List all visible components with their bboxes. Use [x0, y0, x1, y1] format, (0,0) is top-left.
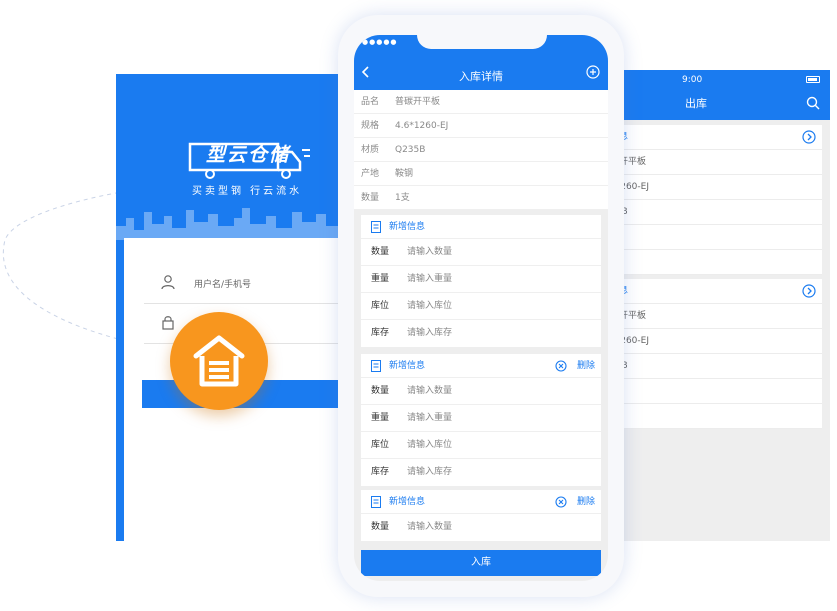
spec-value: 普碳开平板	[395, 97, 441, 107]
new-info-block: 新增信息 删除 数量 请输入数量 重量 请输入重量 库位 请输入库位 库存 请输入库存	[361, 354, 601, 486]
page-title: 入库详情	[459, 70, 503, 83]
spec-row: 产地 鞍钢	[354, 162, 608, 186]
signal-indicator: ●●●●●	[362, 38, 398, 46]
list-item	[602, 404, 822, 429]
field-placeholder: 请输入库存	[407, 328, 453, 338]
block-header: 新增信息	[361, 215, 601, 239]
spec-row: 品名 普碳开平板	[354, 90, 608, 114]
panel-header[interactable]: 言息	[602, 279, 822, 304]
spec-key: 材质	[361, 145, 380, 155]
field-label: 数量	[371, 386, 390, 396]
field-placeholder: 请输入重量	[407, 274, 453, 284]
location-field[interactable]: 库位 请输入库位	[361, 432, 601, 459]
field-placeholder: 请输入重量	[407, 413, 453, 423]
stock-field[interactable]: 库存 请输入库存	[361, 320, 601, 347]
warehouse-badge	[170, 312, 268, 410]
add-icon[interactable]	[586, 65, 600, 79]
field-label: 重量	[371, 413, 390, 423]
inbound-navbar: ●●●●● 入库详情	[354, 35, 608, 90]
spec-key: 品名	[361, 97, 380, 107]
field-label: 数量	[371, 522, 390, 532]
spec-key: 产地	[361, 169, 380, 179]
field-placeholder: 请输入数量	[407, 247, 453, 257]
document-icon	[371, 496, 381, 508]
outbound-header: 9:00 出库	[602, 70, 830, 120]
list-item: 亘开平板	[602, 304, 822, 329]
stock-field[interactable]: 库存 请输入库存	[361, 459, 601, 486]
logo-text: 型云仓储	[206, 144, 291, 166]
phone-frame: ●●●●● 入库详情 品名 普碳开平板 规格 4.6*1260-EJ 材质 Q235B…	[338, 15, 624, 597]
list-item: 亘开平板	[602, 150, 822, 175]
spec-row: 材质 Q235B	[354, 138, 608, 162]
list-item: *1260-EJ	[602, 329, 822, 354]
field-label: 库存	[371, 328, 390, 338]
weight-field[interactable]: 重量 请输入重量	[361, 405, 601, 432]
delete-icon[interactable]	[555, 360, 567, 372]
username-field[interactable]: 用户名/手机号	[144, 266, 354, 304]
field-placeholder: 请输入库存	[407, 467, 453, 477]
spec-value: 1支	[395, 193, 410, 203]
username-placeholder: 用户名/手机号	[194, 280, 252, 290]
slogan: 买卖型钢 行云流水	[192, 186, 303, 197]
delete-icon[interactable]	[555, 496, 567, 508]
delete-button[interactable]: 删除	[577, 354, 595, 378]
new-info-block: 新增信息 删除 数量 请输入数量	[361, 490, 601, 541]
block-title: 新增信息	[389, 497, 426, 507]
spec-value: Q235B	[395, 145, 426, 155]
weight-field[interactable]: 重量 请输入重量	[361, 266, 601, 293]
stock-in-button[interactable]: 入库	[361, 550, 601, 576]
warehouse-icon	[193, 335, 245, 387]
block-title: 新增信息	[389, 361, 426, 371]
document-icon	[371, 360, 381, 372]
block-title: 新增信息	[389, 222, 426, 232]
phone-notch	[417, 35, 547, 49]
spec-row: 数量 1支	[354, 186, 608, 210]
field-label: 库位	[371, 440, 390, 450]
outbound-panel-1: 言息 亘开平板 *1260-EJ 35B 刚	[602, 125, 822, 275]
product-specs: 品名 普碳开平板 规格 4.6*1260-EJ 材质 Q235B 产地 鞍钢 数量 1支	[354, 90, 608, 210]
new-info-block: 新增信息 数量 请输入数量 重量 请输入重量 库位 请输入库位 库存 请输入库存	[361, 215, 601, 347]
chevron-right-icon[interactable]	[802, 284, 816, 298]
document-icon	[371, 221, 381, 233]
spec-key: 规格	[361, 121, 380, 131]
battery-icon	[806, 76, 820, 83]
spec-value: 4.6*1260-EJ	[395, 121, 449, 131]
list-item: 35B	[602, 354, 822, 379]
delete-button[interactable]: 删除	[577, 490, 595, 514]
city-skyline-graphic	[116, 208, 354, 240]
list-item: 35B	[602, 200, 822, 225]
quantity-field[interactable]: 数量 请输入数量	[361, 239, 601, 266]
spec-value: 鞍钢	[395, 169, 414, 179]
block-header: 新增信息 删除	[361, 490, 601, 514]
field-placeholder: 请输入数量	[407, 522, 453, 532]
outbound-title: 出库	[685, 97, 707, 110]
field-label: 库存	[371, 467, 390, 477]
field-label: 重量	[371, 274, 390, 284]
quantity-field[interactable]: 数量 请输入数量	[361, 514, 601, 541]
search-icon[interactable]	[806, 96, 820, 110]
outbound-panel-2: 言息 亘开平板 *1260-EJ 35B 刚	[602, 279, 822, 429]
field-label: 数量	[371, 247, 390, 257]
location-field[interactable]: 库位 请输入库位	[361, 293, 601, 320]
block-header: 新增信息 删除	[361, 354, 601, 378]
list-item	[602, 250, 822, 275]
list-item: 刚	[602, 379, 822, 404]
spec-row: 规格 4.6*1260-EJ	[354, 114, 608, 138]
field-label: 库位	[371, 301, 390, 311]
field-placeholder: 请输入库位	[407, 301, 453, 311]
inbound-screen: ●●●●● 入库详情 品名 普碳开平板 规格 4.6*1260-EJ 材质 Q235B…	[354, 35, 608, 581]
status-time: 9:00	[682, 75, 703, 85]
list-item: *1260-EJ	[602, 175, 822, 200]
outbound-screen: 9:00 出库 言息 亘开平板 *1260-EJ 35B 刚 言息	[602, 70, 830, 541]
chevron-right-icon[interactable]	[802, 130, 816, 144]
spec-key: 数量	[361, 193, 380, 203]
user-icon	[161, 275, 175, 290]
field-placeholder: 请输入数量	[407, 386, 453, 396]
quantity-field[interactable]: 数量 请输入数量	[361, 378, 601, 405]
list-item: 刚	[602, 225, 822, 250]
lock-icon	[162, 316, 174, 330]
login-screen: 型云仓储 买卖型钢 行云流水 用户名/手机号	[116, 74, 354, 541]
panel-header[interactable]: 言息	[602, 125, 822, 150]
field-placeholder: 请输入库位	[407, 440, 453, 450]
